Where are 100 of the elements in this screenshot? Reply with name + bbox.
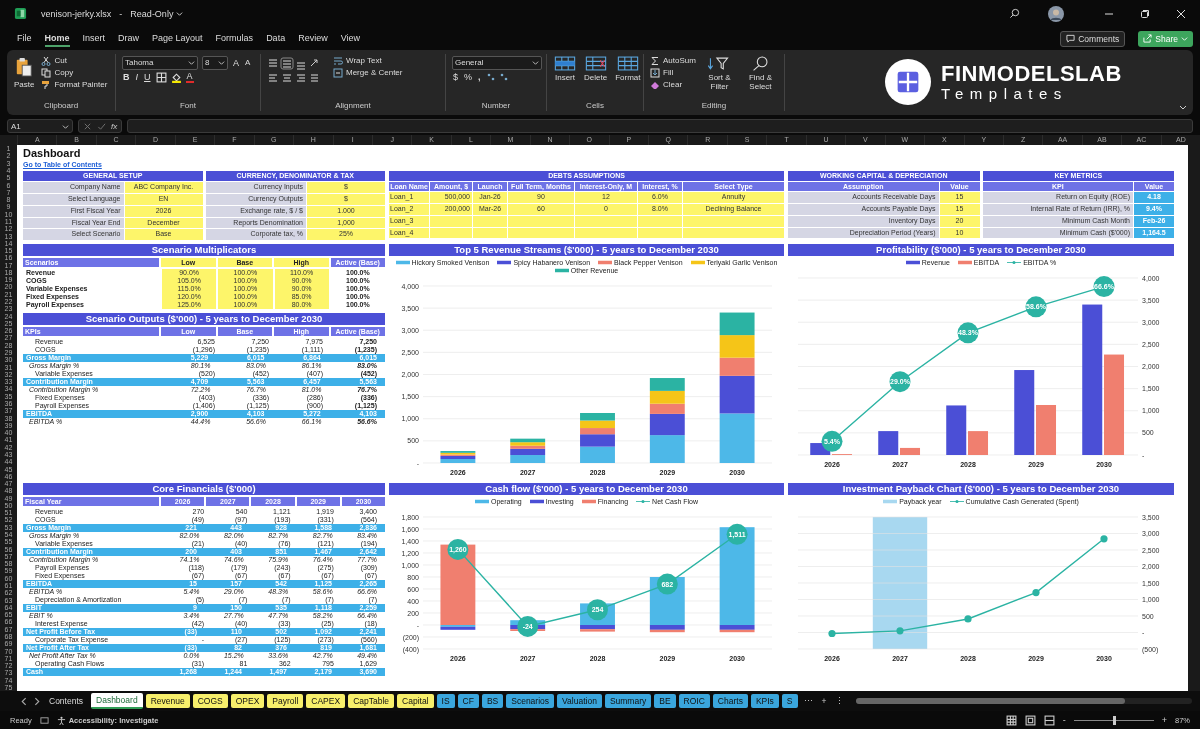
merge-center-button[interactable]: Merge & Center (333, 67, 403, 78)
number-format-field[interactable]: General (452, 55, 542, 70)
menu-tab[interactable]: Insert (82, 30, 106, 47)
zoom-in-button[interactable]: + (1161, 715, 1167, 726)
format-painter-button[interactable]: Format Painter (41, 79, 108, 90)
fill-button[interactable]: Fill (650, 67, 696, 78)
input-cell[interactable] (473, 215, 507, 227)
input-cell[interactable] (575, 215, 637, 227)
sheet-tab[interactable]: Charts (712, 694, 748, 709)
insert-function-button[interactable]: fx (111, 121, 118, 131)
paste-button[interactable]: Paste (13, 55, 36, 89)
sheet-tab[interactable]: Valuation (557, 694, 602, 709)
input-cell[interactable] (575, 227, 637, 239)
menu-tab[interactable]: View (340, 30, 360, 47)
page-layout-icon[interactable] (1024, 714, 1036, 726)
sheet-tab[interactable]: S (781, 694, 798, 709)
bar (719, 312, 755, 336)
input-cell[interactable] (430, 215, 472, 227)
decimal-icons[interactable] (485, 71, 510, 82)
input-cell[interactable] (638, 227, 682, 239)
zoom-out-button[interactable]: - (1062, 715, 1066, 726)
check-icon[interactable] (97, 121, 106, 131)
sheet-tab[interactable]: OPEX (230, 694, 265, 709)
sheet-tab[interactable]: KPIs (750, 694, 779, 709)
format-button[interactable]: Format (614, 55, 642, 82)
shrink-font-button[interactable]: A (244, 58, 252, 68)
menu-tab[interactable]: Page Layout (152, 30, 203, 47)
comments-button[interactable]: Comments (1060, 30, 1126, 47)
tab-options-button[interactable]: ⋮ (832, 696, 848, 707)
currency-button[interactable]: $ (452, 71, 459, 82)
input-cell[interactable] (638, 215, 682, 227)
formula-input[interactable] (127, 119, 1193, 134)
horizontal-scrollbar[interactable] (856, 698, 1192, 705)
sort-filter-button[interactable]: Sort & Filter (701, 55, 737, 91)
sheet-tab[interactable]: CAPEX (306, 694, 346, 709)
read-only-menu[interactable]: Read-Only (130, 8, 184, 19)
search-icon[interactable] (1009, 8, 1020, 20)
normal-view-icon[interactable] (1005, 714, 1017, 726)
delete-button[interactable]: Delete (583, 55, 609, 82)
sheet-tab[interactable]: ROIC (678, 694, 710, 709)
font-size-field[interactable]: 8 (202, 55, 228, 70)
sheet-tab[interactable]: CF (457, 694, 479, 709)
more-sheets-button[interactable]: ⋯ (800, 696, 816, 707)
copy-button[interactable]: Copy (41, 67, 108, 78)
insert-button[interactable]: Insert (553, 55, 577, 82)
sheet-tab[interactable]: Revenue (145, 694, 190, 709)
input-cell[interactable] (508, 227, 574, 239)
page-break-icon[interactable] (1043, 714, 1055, 726)
find-select-button[interactable]: Find & Select (742, 55, 778, 91)
sheet-title: Dashboard (23, 147, 82, 161)
borders-icon[interactable] (155, 71, 167, 83)
collapse-ribbon-icon[interactable] (1179, 103, 1187, 112)
sheet-tab[interactable]: BS (481, 694, 504, 709)
chevron-left-icon[interactable] (20, 696, 29, 706)
cancel-icon[interactable] (83, 121, 92, 131)
bold-button[interactable]: B (122, 72, 131, 83)
percent-button[interactable]: % (463, 71, 474, 82)
clear-button[interactable]: Clear (650, 79, 696, 90)
font-color-button[interactable]: A (185, 71, 194, 83)
menu-tab[interactable]: Data (266, 30, 286, 47)
menu-tab[interactable]: Draw (118, 30, 140, 47)
input-cell[interactable] (430, 227, 472, 239)
underline-button[interactable]: U (143, 72, 152, 83)
input-cell[interactable] (683, 227, 784, 239)
macro-icon (39, 715, 49, 725)
font-name-field[interactable]: Tahoma (122, 55, 198, 70)
input-cell[interactable] (473, 227, 507, 239)
sheet-tab[interactable]: CapTable (348, 694, 395, 709)
fill-color-icon[interactable] (170, 71, 182, 83)
grow-font-button[interactable]: A (232, 57, 240, 68)
italic-button[interactable]: I (134, 72, 139, 83)
vertical-scrollbar[interactable] (1188, 145, 1200, 692)
table-icon (616, 55, 639, 71)
close-icon[interactable] (1176, 8, 1186, 19)
menu-tab[interactable]: Review (298, 30, 328, 47)
restore-icon[interactable] (1140, 8, 1150, 19)
avatar[interactable] (1048, 5, 1064, 22)
sheet-tab[interactable]: Scenarios (506, 694, 555, 709)
menu-tab[interactable]: Formulas (215, 30, 254, 47)
section-header: Core Financials ($'000) (23, 483, 385, 496)
sheet-tab[interactable]: Payroll (267, 694, 304, 709)
comma-button[interactable]: , (477, 71, 482, 82)
sheet-tab[interactable]: Dashboard (91, 693, 143, 710)
sheet-tab[interactable]: IS (436, 694, 455, 709)
fill-icon (650, 67, 660, 78)
name-box[interactable]: A1 (7, 119, 73, 134)
cut-button[interactable]: Cut (41, 55, 108, 66)
menu-tab[interactable]: File (17, 30, 32, 47)
chevron-right-icon[interactable] (32, 696, 41, 706)
autosum-button[interactable]: AutoSum (650, 55, 696, 66)
input-cell[interactable] (683, 215, 784, 227)
sheet-tab[interactable]: Summary (604, 694, 652, 709)
sheet-tab[interactable]: Contents (44, 694, 89, 709)
input-cell[interactable] (508, 215, 574, 227)
wrap-text-button[interactable]: Wrap Text (333, 55, 403, 66)
sheet-tab[interactable]: BE (654, 694, 676, 709)
add-sheet-button[interactable]: + (818, 696, 830, 707)
menu-tab[interactable]: Home (44, 30, 70, 47)
sheet-tab[interactable]: COGS (192, 694, 228, 709)
sheet-tab[interactable]: Capital (397, 694, 434, 709)
